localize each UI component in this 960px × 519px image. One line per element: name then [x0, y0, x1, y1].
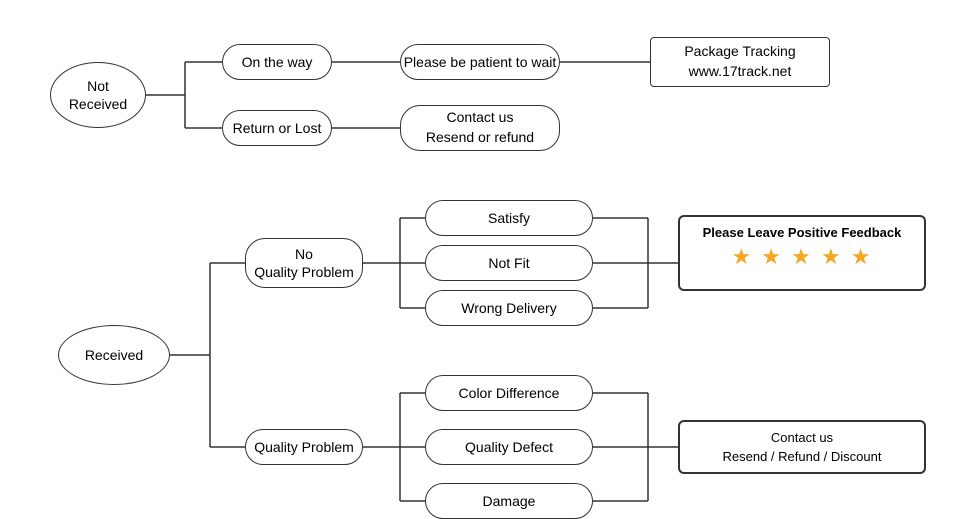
please-leave-feedback-label: Please Leave Positive Feedback — [690, 225, 914, 240]
quality-problem-node: Quality Problem — [245, 429, 363, 465]
please-patient-label: Please be patient to wait — [404, 54, 557, 70]
on-the-way-node: On the way — [222, 44, 332, 80]
no-quality-problem-label: No Quality Problem — [254, 245, 354, 281]
contact-resend-refund-discount-label: Contact us Resend / Refund / Discount — [723, 428, 882, 467]
return-or-lost-label: Return or Lost — [233, 120, 322, 136]
feedback-box: Please Leave Positive Feedback ★ ★ ★ ★ ★ — [678, 215, 926, 291]
contact-resend-refund-node: Contact us Resend or refund — [400, 105, 560, 151]
package-tracking-node: Package Tracking www.17track.net — [650, 37, 830, 87]
quality-defect-label: Quality Defect — [465, 439, 553, 455]
satisfy-node: Satisfy — [425, 200, 593, 236]
return-or-lost-node: Return or Lost — [222, 110, 332, 146]
not-fit-node: Not Fit — [425, 245, 593, 281]
damage-node: Damage — [425, 483, 593, 519]
package-tracking-label: Package Tracking www.17track.net — [684, 42, 795, 81]
wrong-delivery-node: Wrong Delivery — [425, 290, 593, 326]
please-patient-node: Please be patient to wait — [400, 44, 560, 80]
not-received-node: Not Received — [50, 62, 146, 128]
color-difference-node: Color Difference — [425, 375, 593, 411]
contact-resend-refund-label: Contact us Resend or refund — [426, 108, 534, 147]
wrong-delivery-label: Wrong Delivery — [461, 300, 556, 316]
not-fit-label: Not Fit — [488, 255, 529, 271]
quality-defect-node: Quality Defect — [425, 429, 593, 465]
received-node: Received — [58, 325, 170, 385]
on-the-way-label: On the way — [242, 54, 313, 70]
not-received-label: Not Received — [69, 77, 127, 113]
contact-resend-refund-discount-box: Contact us Resend / Refund / Discount — [678, 420, 926, 474]
color-difference-label: Color Difference — [459, 385, 560, 401]
quality-problem-label: Quality Problem — [254, 439, 354, 455]
received-label: Received — [85, 347, 143, 363]
stars-display: ★ ★ ★ ★ ★ — [690, 244, 914, 270]
no-quality-problem-node: No Quality Problem — [245, 238, 363, 288]
satisfy-label: Satisfy — [488, 210, 530, 226]
damage-label: Damage — [483, 493, 536, 509]
